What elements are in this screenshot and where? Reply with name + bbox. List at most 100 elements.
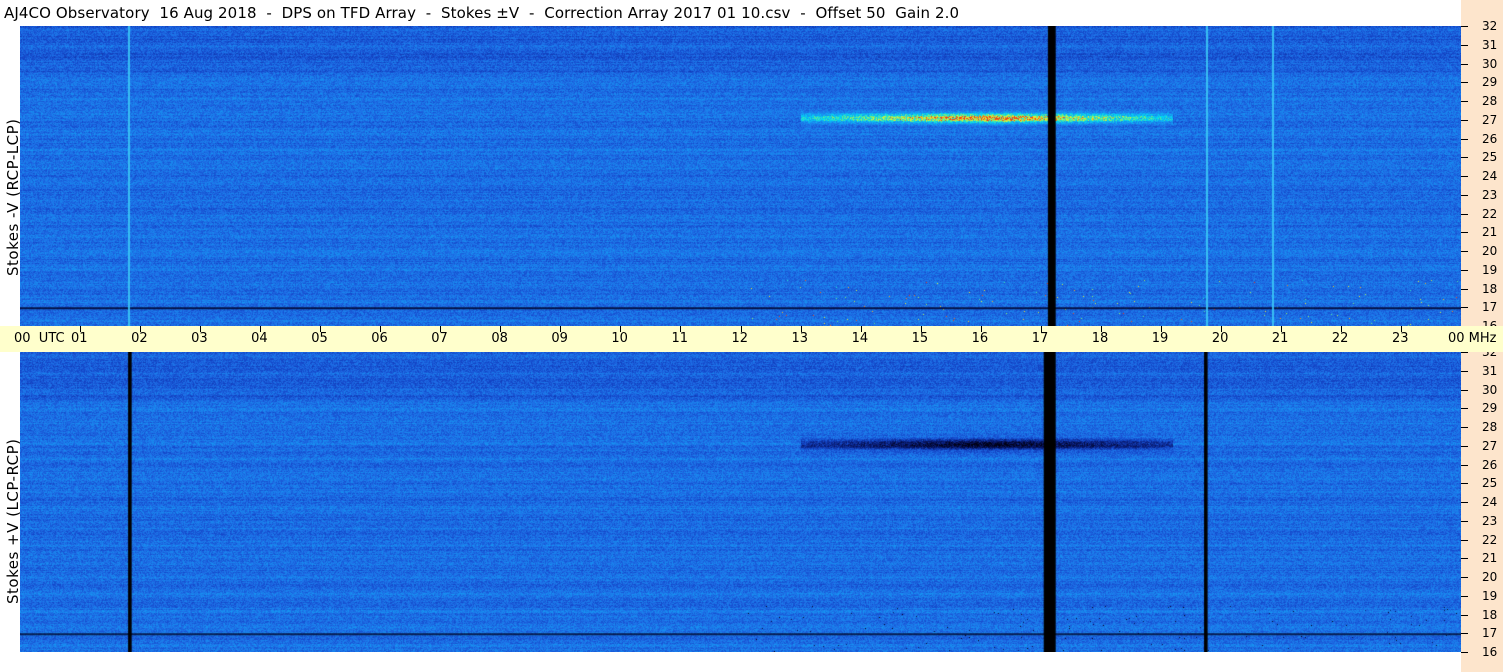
time-tick-label-18: 18: [1091, 331, 1109, 346]
freq-tick-label-22: 22: [1482, 532, 1498, 547]
time-tick-label-01: 01: [71, 331, 88, 346]
freq-tick-label-26: 26: [1482, 131, 1498, 146]
spectrogram-stokes-minus-v: [20, 26, 1461, 326]
freq-tick-label-19: 19: [1482, 588, 1498, 603]
time-axis-end-label: 00 MHz: [1448, 331, 1497, 346]
freq-tick-25: [1461, 483, 1468, 485]
freq-tick-label-24: 24: [1482, 169, 1498, 183]
time-axis: 00 UTC 00 MHz 01 02 03 04 05 06 07 08 09 10 11 12 13…: [0, 326, 1503, 352]
spectrogram-stokes-plus-v: [20, 352, 1461, 652]
freq-tick-23: [1461, 520, 1468, 522]
freq-tick-label-28: 28: [1482, 420, 1498, 434]
freq-tick-31: [1461, 44, 1468, 46]
time-tick-label-06: 06: [371, 331, 388, 346]
time-tick-label-14: 14: [851, 331, 869, 346]
time-tick-label-15: 15: [911, 331, 929, 346]
freq-tick-32: [1461, 26, 1468, 27]
freq-tick-label-17: 17: [1482, 626, 1498, 641]
time-tick-22: [1340, 326, 1342, 332]
spectrogram-canvas-top: [20, 26, 1461, 326]
freq-tick-label-20: 20: [1482, 570, 1498, 584]
time-tick-21: [1280, 326, 1282, 332]
time-tick-label-08: 08: [491, 331, 508, 346]
freq-tick-22: [1461, 213, 1468, 215]
freq-tick-30: [1461, 63, 1468, 65]
time-tick-label-02: 02: [131, 331, 148, 346]
freq-tick-label-27: 27: [1482, 112, 1498, 127]
freq-tick-20: [1461, 251, 1468, 252]
freq-tick-label-31: 31: [1482, 37, 1498, 52]
freq-tick-28: [1461, 101, 1468, 102]
freq-tick-label-18: 18: [1482, 281, 1498, 296]
freq-tick-label-20: 20: [1482, 244, 1498, 258]
time-tick-10: [620, 326, 622, 332]
freq-tick-18: [1461, 288, 1468, 290]
freq-tick-21: [1461, 558, 1468, 560]
freq-tick-23: [1461, 194, 1468, 196]
time-tick-18: [1100, 326, 1102, 332]
time-tick-14: [860, 326, 862, 332]
freq-tick-label-21: 21: [1482, 225, 1498, 240]
freq-tick-label-21: 21: [1482, 551, 1498, 566]
time-tick-03: [200, 326, 202, 332]
time-tick-label-04: 04: [251, 331, 268, 346]
time-tick-label-22: 22: [1331, 331, 1349, 346]
time-tick-label-12: 12: [731, 331, 749, 346]
time-tick-label-05: 05: [311, 331, 328, 346]
freq-tick-20: [1461, 577, 1468, 578]
chart-title: AJ4CO Observatory 16 Aug 2018 - DPS on T…: [4, 4, 960, 22]
freq-tick-label-18: 18: [1482, 607, 1498, 622]
time-tick-19: [1160, 326, 1162, 332]
freq-tick-26: [1461, 464, 1468, 466]
time-tick-16: [980, 326, 982, 332]
freq-tick-29: [1461, 408, 1468, 410]
time-tick-label-09: 09: [551, 331, 568, 346]
time-tick-05: [320, 326, 322, 332]
time-tick-12: [740, 326, 742, 332]
time-tick-01: [80, 326, 82, 332]
time-tick-label-23: 23: [1391, 331, 1409, 346]
freq-tick-17: [1461, 307, 1468, 309]
time-tick-label-07: 07: [431, 331, 448, 346]
freq-tick-27: [1461, 119, 1468, 121]
freq-tick-label-24: 24: [1482, 495, 1498, 509]
freq-tick-21: [1461, 232, 1468, 234]
freq-tick-label-26: 26: [1482, 457, 1498, 472]
freq-tick-label-28: 28: [1482, 94, 1498, 108]
freq-tick-label-25: 25: [1482, 476, 1498, 491]
freq-tick-24: [1461, 502, 1468, 503]
freq-tick-label-32: 32: [1482, 19, 1498, 33]
freq-tick-28: [1461, 427, 1468, 428]
time-tick-label-19: 19: [1151, 331, 1169, 346]
freq-tick-24: [1461, 176, 1468, 177]
time-tick-11: [680, 326, 682, 332]
freq-tick-label-27: 27: [1482, 438, 1498, 453]
time-tick-label-16: 16: [971, 331, 989, 346]
freq-tick-label-16: 16: [1482, 645, 1498, 659]
freq-tick-label-30: 30: [1482, 56, 1498, 71]
time-tick-17: [1040, 326, 1042, 332]
freq-tick-label-30: 30: [1482, 382, 1498, 397]
freq-tick-18: [1461, 614, 1468, 616]
time-tick-label-21: 21: [1271, 331, 1289, 346]
time-tick-20: [1220, 326, 1222, 332]
frequency-axis-bottom: 32 31 30 29 28 27 26 25 24 23 22 21 20 19 18 17 16: [1461, 346, 1503, 672]
time-tick-label-20: 20: [1211, 331, 1229, 346]
freq-tick-25: [1461, 157, 1468, 159]
time-tick-label-11: 11: [671, 331, 688, 346]
freq-tick-30: [1461, 389, 1468, 391]
freq-tick-label-17: 17: [1482, 300, 1498, 315]
time-tick-label-13: 13: [791, 331, 809, 346]
freq-tick-32: [1461, 352, 1468, 353]
time-tick-23: [1400, 326, 1402, 332]
freq-tick-22: [1461, 539, 1468, 541]
freq-tick-label-29: 29: [1482, 75, 1498, 90]
frequency-axis-top: 3231302928272625242322212019181716: [1461, 0, 1503, 332]
freq-tick-label-23: 23: [1482, 187, 1498, 202]
time-tick-13: [800, 326, 802, 332]
time-tick-02: [140, 326, 142, 332]
freq-tick-19: [1461, 269, 1468, 271]
freq-tick-19: [1461, 595, 1468, 597]
time-tick-label-10: 10: [611, 331, 628, 346]
freq-tick-31: [1461, 370, 1468, 372]
